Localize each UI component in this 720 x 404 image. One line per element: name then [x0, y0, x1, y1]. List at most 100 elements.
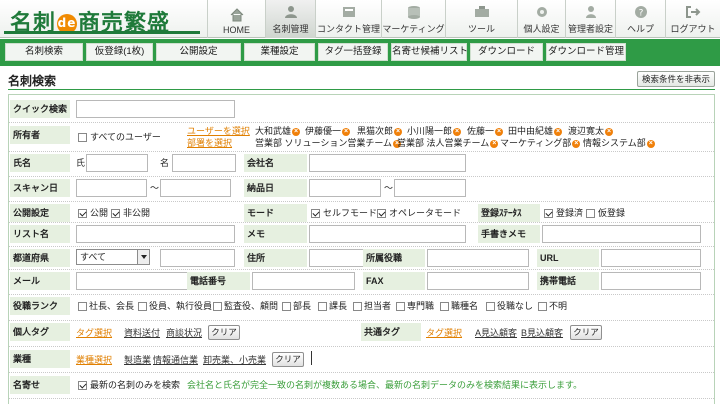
memo-input[interactable] [309, 225, 466, 243]
mobile-input[interactable] [601, 272, 701, 290]
nav-admin-settings[interactable]: 管理者設定 [565, 0, 615, 38]
shared-tag-item[interactable]: B見込顧客 [521, 327, 563, 339]
company-input[interactable] [309, 154, 466, 172]
remove-icon[interactable]: × [453, 128, 462, 136]
remove-icon[interactable]: × [646, 140, 655, 148]
fax-input[interactable] [427, 272, 529, 290]
tab-download-management[interactable]: ダウンロード管理 [546, 43, 626, 61]
phone-input[interactable] [252, 272, 355, 290]
owner-user[interactable]: 小川陽一郎 × [407, 125, 462, 137]
tab-temp-registration[interactable]: 仮登録(1枚) [86, 43, 153, 61]
rank-checkbox[interactable] [396, 302, 405, 311]
industry-select-link[interactable]: 業種選択 [76, 354, 112, 366]
owner-user[interactable]: 伊藤優一 × [305, 125, 351, 137]
app-logo[interactable]: 名刺 de商売繁盛 [4, 4, 200, 36]
tab-dedupe-candidates[interactable]: 名寄せ候補リスト [391, 43, 468, 61]
rank-checkbox[interactable] [138, 302, 147, 311]
personal-tag-label: 個人タグ [10, 323, 70, 341]
handwritten-memo-input[interactable] [542, 225, 701, 243]
private-checkbox[interactable] [111, 209, 120, 218]
owner-user[interactable]: 大和武雄 × [255, 125, 301, 137]
rank-checkbox[interactable] [538, 302, 547, 311]
remove-icon[interactable]: × [342, 128, 351, 136]
select-user-link[interactable]: ユーザーを選択 [187, 125, 250, 137]
owner-user[interactable]: 佐藤一 × [467, 125, 504, 137]
nav-logout[interactable]: ログアウト [665, 0, 720, 38]
latest-only-text: 最新の名刺のみを検索 [90, 380, 181, 390]
remove-icon[interactable]: × [572, 140, 581, 148]
position-input[interactable] [427, 249, 529, 267]
personal-tag-clear-button[interactable]: クリア [208, 325, 240, 340]
scan-date-from-input[interactable] [76, 179, 147, 197]
nav-home[interactable]: HOME [207, 0, 265, 38]
remove-icon[interactable]: × [394, 128, 403, 136]
scan-date-to-input[interactable] [160, 179, 231, 197]
rank-checkbox[interactable] [353, 302, 362, 311]
public-checkbox[interactable] [78, 209, 87, 218]
shared-tag-select-link[interactable]: タグ選択 [426, 327, 462, 339]
personal-tag-item[interactable]: 商談状況 [166, 327, 202, 339]
public-text: 公開 [90, 208, 109, 218]
nav-contact-management[interactable]: コンタクト管理 [315, 0, 381, 38]
owner-user[interactable]: 田中由紀雄 × [508, 125, 563, 137]
chevron-down-icon [137, 250, 149, 264]
shared-tag-item[interactable]: A見込顧客 [475, 327, 517, 339]
list-name-input[interactable] [76, 225, 235, 243]
remove-icon[interactable]: × [490, 140, 499, 148]
rank-checkbox[interactable] [282, 302, 291, 311]
latest-only-checkbox[interactable] [78, 381, 87, 390]
owner-user-name: 黒猫次郎 [357, 126, 394, 136]
delivery-date-to-input[interactable] [394, 179, 466, 197]
nav-card-management[interactable]: 名刺管理 [265, 0, 315, 38]
rank-checkbox[interactable] [486, 302, 495, 311]
rank-checkbox[interactable] [213, 302, 222, 311]
personal-tag-item[interactable]: 資料送付 [124, 327, 160, 339]
prefecture-select[interactable]: すべて [76, 249, 150, 265]
nav-help[interactable]: ? ヘルプ [615, 0, 665, 38]
owner-user[interactable]: 黒猫次郎 × [357, 125, 403, 137]
shared-tag-clear-button[interactable]: クリア [570, 325, 602, 340]
industry-item[interactable]: 卸売業、小売業 [203, 354, 266, 366]
tab-industry-settings[interactable]: 業種設定 [244, 43, 315, 61]
registered-checkbox[interactable] [544, 209, 553, 218]
last-name-input[interactable] [86, 154, 148, 172]
quick-search-input[interactable] [76, 100, 235, 118]
owner-user[interactable]: 渡辺寛太 × [568, 125, 614, 137]
personal-tag-select-link[interactable]: タグ選択 [76, 327, 112, 339]
industry-item[interactable]: 製造業 [124, 354, 151, 366]
rank-checkbox[interactable] [318, 302, 327, 311]
owner-dept[interactable]: 営業部 法人営業チーム × [397, 137, 499, 149]
remove-icon[interactable]: × [605, 128, 614, 136]
nav-marketing[interactable]: マーケティング [381, 0, 445, 38]
industry-clear-button[interactable]: クリア [272, 352, 304, 367]
operator-mode-checkbox[interactable] [377, 209, 386, 218]
tab-download[interactable]: ダウンロード [470, 43, 543, 61]
first-name-input[interactable] [172, 154, 236, 172]
industry-item[interactable]: 情報通信業 [153, 354, 198, 366]
hide-conditions-button[interactable]: 検索条件を非表示 [637, 71, 715, 87]
tab-bulk-tag[interactable]: タグ一括登録 [318, 43, 388, 61]
tab-publish-settings[interactable]: 公開設定 [156, 43, 241, 61]
temp-registered-checkbox[interactable] [586, 209, 595, 218]
all-users-checkbox[interactable] [78, 133, 87, 142]
select-dept-link[interactable]: 部署を選択 [187, 137, 232, 149]
remove-icon[interactable]: × [292, 128, 301, 136]
remove-icon[interactable]: × [554, 128, 563, 136]
nav-tools[interactable]: ツール [445, 0, 517, 38]
rank-checkbox[interactable] [440, 302, 449, 311]
owner-dept[interactable]: 営業部 ソリューション営業チーム × [255, 137, 402, 149]
row-divider [9, 294, 714, 295]
tab-card-search[interactable]: 名刺検索 [5, 43, 83, 61]
url-input[interactable] [601, 249, 701, 267]
owner-user-name: 渡辺寛太 [568, 126, 605, 136]
delivery-date-from-input[interactable] [309, 179, 381, 197]
owner-dept[interactable]: マーケティング部 × [500, 137, 581, 149]
self-mode-checkbox[interactable] [311, 209, 320, 218]
rank-checkbox[interactable] [78, 302, 87, 311]
prefecture-extra-input[interactable] [160, 249, 235, 267]
nav-personal-settings[interactable]: 個人設定 [517, 0, 565, 38]
rank-option: 部長 [293, 301, 312, 311]
owner-dept[interactable]: 情報システム部 × [583, 137, 655, 149]
remove-icon[interactable]: × [495, 128, 504, 136]
company-label: 会社名 [244, 154, 307, 172]
